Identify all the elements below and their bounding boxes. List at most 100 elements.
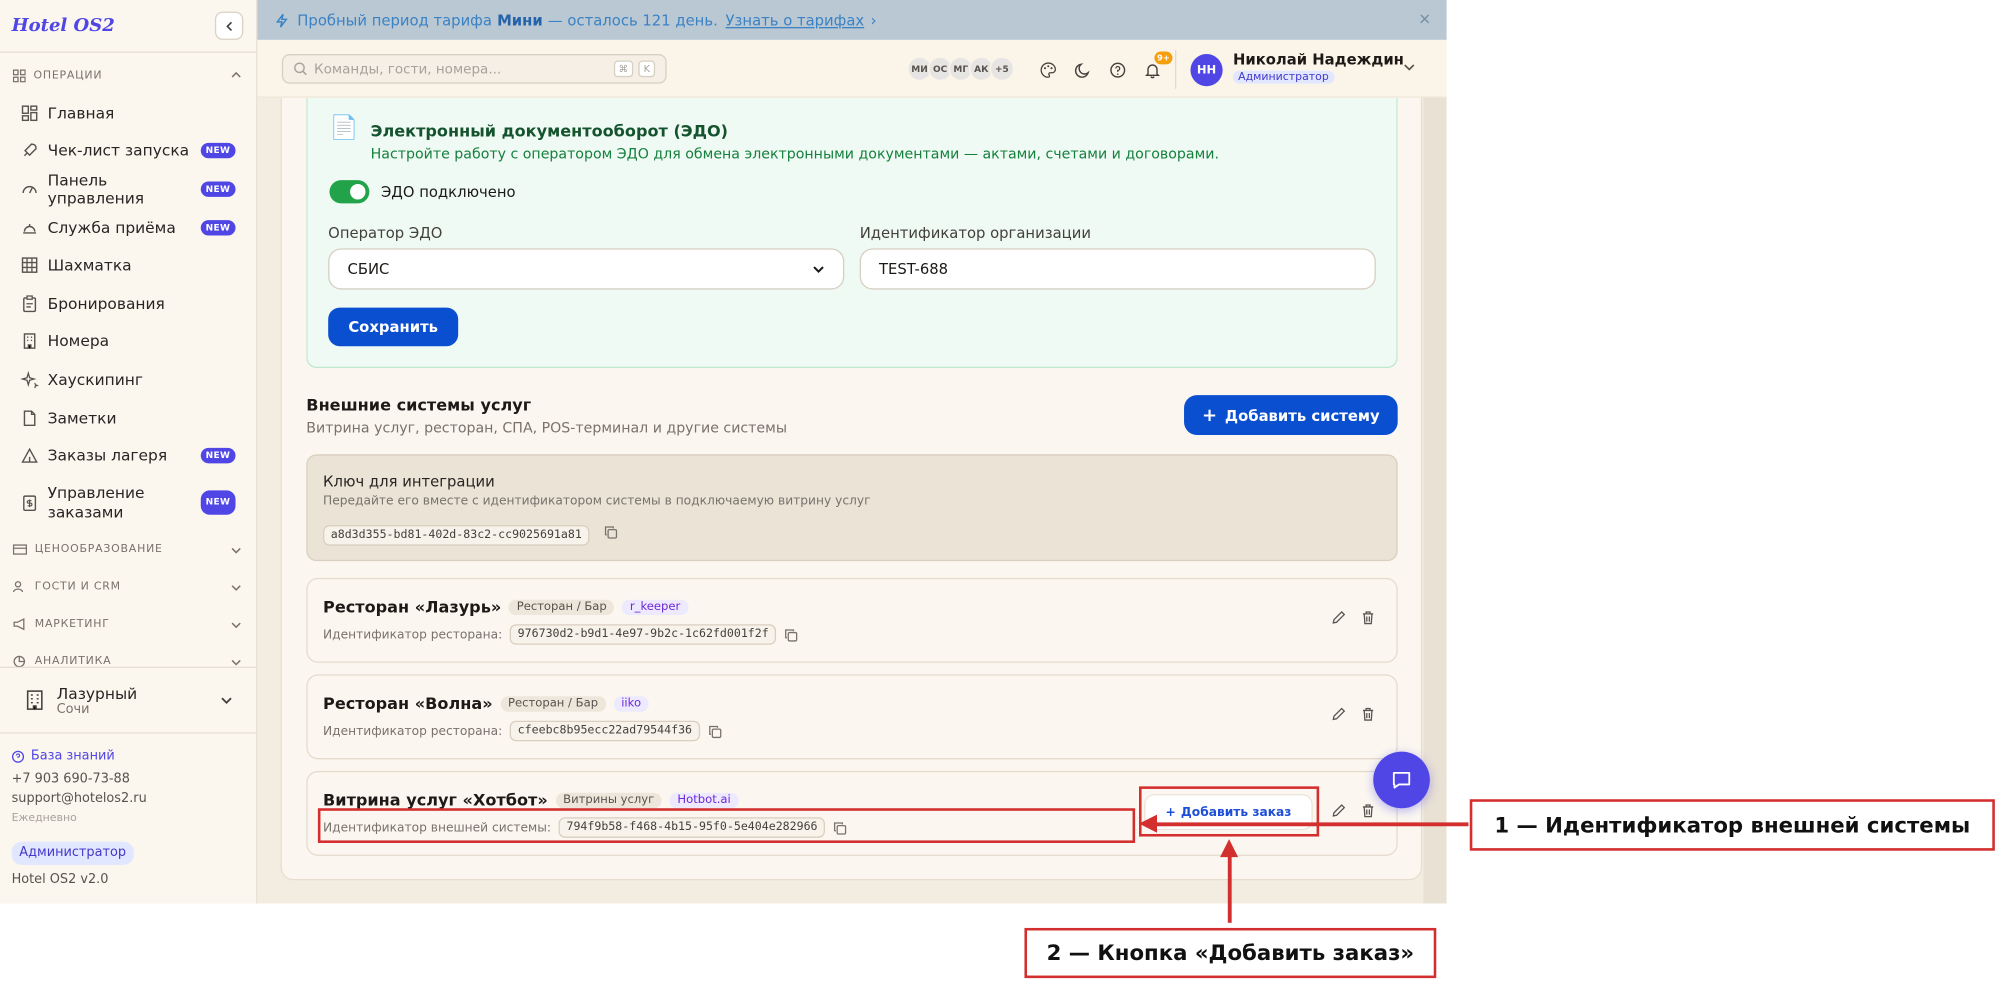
pencil-icon[interactable] bbox=[1331, 610, 1346, 625]
support-phone[interactable]: +7 903 690-73-88 bbox=[12, 769, 147, 789]
arrow-head-up-icon bbox=[1220, 839, 1239, 858]
sidebar-section-marketing[interactable]: МАРКЕТИНГ bbox=[0, 606, 256, 643]
chevron-down-icon bbox=[221, 697, 232, 704]
sidebar-item-order-management[interactable]: Управление заказами NEW bbox=[0, 475, 256, 532]
role-badge: Администратор bbox=[11, 841, 134, 865]
edo-operator-select[interactable]: СБИС bbox=[328, 248, 845, 290]
copy-icon[interactable] bbox=[604, 525, 618, 539]
callout-add-order: 2 — Кнопка «Добавить заказ» bbox=[1024, 927, 1437, 979]
system-id-value[interactable]: cfeebc8b95ecc22ad79544f36 bbox=[509, 720, 700, 742]
banner-close-button[interactable]: ✕ bbox=[1418, 10, 1431, 28]
copy-icon[interactable] bbox=[707, 724, 721, 738]
user-name[interactable]: Николай Надеждин bbox=[1233, 50, 1404, 68]
sidebar-item-rooms[interactable]: Номера bbox=[0, 322, 256, 360]
trash-icon[interactable] bbox=[1360, 803, 1375, 818]
notifications-button[interactable]: 9+ bbox=[1138, 51, 1173, 83]
sidebar-section-pricing[interactable]: ЦЕНООБРАЗОВАНИЕ bbox=[0, 531, 256, 568]
system-actions bbox=[1331, 610, 1376, 625]
trash-icon[interactable] bbox=[1360, 707, 1375, 722]
theme-palette-button[interactable] bbox=[1033, 55, 1061, 83]
users-icon bbox=[12, 581, 24, 593]
sidebar-section-operations[interactable]: ОПЕРАЦИИ bbox=[0, 57, 256, 94]
sparkles-icon bbox=[20, 370, 39, 389]
chevron-down-icon bbox=[231, 547, 241, 554]
edo-save-button[interactable]: Сохранить bbox=[328, 307, 459, 347]
trial-banner: Пробный период тарифа Мини — осталось 12… bbox=[257, 0, 1447, 40]
add-system-label: Добавить систему bbox=[1224, 406, 1380, 425]
banner-text-after: — осталось 121 день. bbox=[547, 10, 718, 29]
trash-icon[interactable] bbox=[1360, 610, 1375, 625]
command-search[interactable]: Команды, гости, номера... ⌘ K bbox=[281, 54, 667, 84]
chevron-up-icon bbox=[231, 71, 241, 78]
system-id-value[interactable]: 976730d2-b9d1-4e97-9b2c-1c62fd001f2f bbox=[509, 624, 777, 645]
sidebar-item-bookings[interactable]: Бронирования bbox=[0, 284, 256, 322]
main-content: 📄 Электронный документооборот (ЭДО) Наст… bbox=[257, 97, 1447, 904]
notifications-count: 9+ bbox=[1154, 51, 1173, 65]
building-icon bbox=[21, 333, 39, 351]
property-city: Сочи bbox=[56, 702, 90, 717]
avatar-more: +5 bbox=[989, 56, 1015, 82]
pencil-icon[interactable] bbox=[1331, 707, 1346, 722]
sidebar-item-home[interactable]: Главная bbox=[0, 94, 256, 132]
system-type-tag: Ресторан / Бар bbox=[508, 599, 615, 615]
new-badge: NEW bbox=[200, 490, 236, 516]
sidebar-item-launch-checklist[interactable]: Чек-лист запуска NEW bbox=[0, 132, 256, 170]
system-integration-tag: r_keeper bbox=[622, 599, 688, 615]
sidebar-item-label: Управление заказами bbox=[47, 483, 145, 522]
external-systems-title: Внешние системы услуг bbox=[306, 395, 532, 415]
chevron-down-icon[interactable] bbox=[1403, 60, 1416, 73]
kbd-cmd: ⌘ bbox=[613, 60, 634, 78]
sidebar-item-label: Главная bbox=[47, 103, 115, 123]
banner-pricing-link[interactable]: Узнать о тарифах bbox=[726, 11, 865, 29]
help-circle-icon bbox=[11, 750, 25, 763]
receipt-icon bbox=[21, 494, 39, 512]
sidebar-footer: База знаний +7 903 690-73-88 support@hot… bbox=[11, 746, 147, 889]
topbar-actions: 9+ bbox=[1033, 51, 1173, 83]
arrow-line-1 bbox=[1154, 822, 1469, 826]
plus-icon: + bbox=[1202, 404, 1218, 426]
dark-mode-button[interactable] bbox=[1068, 55, 1096, 83]
support-hours: Ежедневно bbox=[11, 811, 77, 825]
help-button[interactable] bbox=[1103, 55, 1131, 83]
bell-icon bbox=[21, 218, 39, 236]
chevron-down-icon bbox=[813, 266, 824, 274]
app-logo[interactable]: Hotel OS2 bbox=[12, 15, 115, 36]
sidebar-header: Hotel OS2 bbox=[0, 0, 257, 53]
chevron-left-icon bbox=[225, 21, 232, 31]
chat-button[interactable] bbox=[1373, 751, 1430, 809]
sidebar-item-camp-orders[interactable]: Заказы лагеря NEW bbox=[0, 437, 256, 475]
integration-key-value[interactable]: a8d3d355-bd81-402d-83c2-cc9025691a81 bbox=[323, 525, 590, 546]
new-badge: NEW bbox=[200, 219, 236, 235]
sidebar-section-guests-crm[interactable]: ГОСТИ И CRM bbox=[0, 569, 256, 606]
system-name: Ресторан «Волна» bbox=[323, 693, 493, 713]
sidebar-section-label: ОПЕРАЦИИ bbox=[33, 68, 103, 82]
add-system-button[interactable]: + Добавить систему bbox=[1184, 395, 1398, 436]
pencil-icon[interactable] bbox=[1331, 803, 1346, 818]
sidebar-collapse-button[interactable] bbox=[214, 11, 244, 40]
knowledge-base-link[interactable]: База знаний bbox=[11, 746, 147, 766]
integration-key-subtitle: Передайте его вместе с идентификатором с… bbox=[323, 494, 871, 509]
sidebar-section-analytics[interactable]: АНАЛИТИКА bbox=[0, 643, 256, 668]
edo-toggle[interactable] bbox=[329, 180, 370, 204]
sidebar-item-control-panel[interactable]: Панель управления NEW bbox=[0, 170, 256, 208]
chevron-right-icon: › bbox=[870, 10, 877, 29]
highlight-system-id bbox=[317, 808, 1136, 843]
edo-operator-value: СБИС bbox=[347, 259, 390, 278]
system-name: Ресторан «Лазурь» bbox=[323, 597, 502, 617]
sidebar-item-front-desk[interactable]: Служба приёма NEW bbox=[0, 208, 256, 246]
property-switcher[interactable]: Лазурный Сочи bbox=[0, 666, 257, 734]
edo-org-id-input[interactable]: TEST-688 bbox=[859, 248, 1376, 290]
moon-icon bbox=[1074, 62, 1089, 78]
edo-org-id-value: TEST-688 bbox=[879, 259, 949, 278]
chat-icon bbox=[1392, 771, 1411, 789]
sidebar-item-notes[interactable]: Заметки bbox=[0, 399, 256, 437]
system-id-label: Идентификатор ресторана: bbox=[323, 627, 503, 642]
copy-icon[interactable] bbox=[784, 627, 798, 641]
support-email[interactable]: support@hotelos2.ru bbox=[12, 789, 147, 809]
online-users[interactable]: МИ ОС МГ АК +5 bbox=[907, 56, 1015, 82]
user-avatar[interactable]: НН bbox=[1190, 54, 1223, 87]
kbd-k: K bbox=[638, 60, 656, 78]
sidebar-item-chessboard[interactable]: Шахматка bbox=[0, 246, 256, 284]
sidebar-item-housekeeping[interactable]: Хаускипинг bbox=[0, 361, 256, 399]
new-badge: NEW bbox=[200, 181, 236, 197]
